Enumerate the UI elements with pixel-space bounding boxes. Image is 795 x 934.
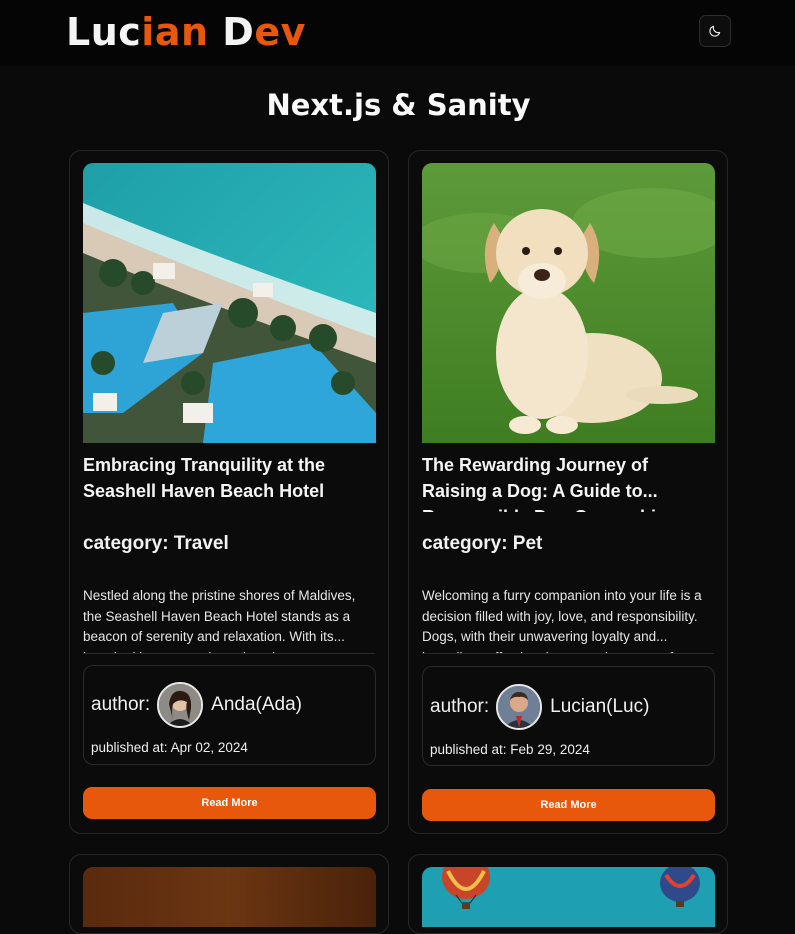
beach-resort-image (83, 163, 376, 443)
post-thumbnail[interactable] (83, 163, 376, 443)
author-box: author: Anda(Ada) published at: Apr 02, … (83, 665, 376, 765)
author-label: author: (430, 696, 490, 717)
post-thumbnail[interactable] (83, 867, 376, 927)
author-label: author: (91, 694, 151, 715)
logo-text-white: Luc (66, 10, 142, 54)
dark-orange-image (83, 867, 376, 927)
author-name[interactable]: Anda(Ada) (211, 694, 302, 716)
theme-toggle-button[interactable] (699, 15, 731, 47)
post-category: category: Travel (83, 533, 229, 554)
post-title[interactable]: The Rewarding Journey of Raising a Dog: … (422, 452, 714, 512)
post-card (408, 854, 728, 934)
logo-text-orange: ev (254, 10, 306, 54)
logo-text-orange: ian (141, 10, 209, 54)
moon-icon (709, 25, 721, 37)
author-avatar (157, 682, 204, 728)
author-box: author: Lucian(Luc) published at: Feb 29… (422, 666, 715, 766)
post-card: Embracing Tranquility at the Seashell Ha… (69, 150, 389, 834)
published-date: published at: Apr 02, 2024 (91, 740, 248, 755)
post-card: The Rewarding Journey of Raising a Dog: … (408, 150, 728, 834)
author-avatar (496, 684, 543, 730)
post-excerpt: Nestled along the pristine shores of Mal… (83, 586, 375, 654)
post-thumbnail[interactable] (422, 163, 715, 443)
published-date: published at: Feb 29, 2024 (430, 742, 590, 757)
read-more-button[interactable]: Read More (83, 787, 376, 819)
post-thumbnail[interactable] (422, 867, 715, 927)
post-category: category: Pet (422, 533, 543, 554)
puppy-image (422, 163, 715, 443)
top-navbar: Lucian Dev (0, 0, 795, 66)
read-more-button[interactable]: Read More (422, 789, 715, 821)
post-excerpt: Welcoming a furry companion into your li… (422, 586, 714, 654)
post-card (69, 854, 389, 934)
page-title: Next.js & Sanity (266, 88, 531, 122)
site-logo[interactable]: Lucian Dev (66, 10, 306, 54)
author-name[interactable]: Lucian(Luc) (550, 696, 649, 718)
hot-air-balloons-image (422, 867, 715, 927)
post-title[interactable]: Embracing Tranquility at the Seashell Ha… (83, 452, 375, 512)
logo-text-white: D (208, 10, 255, 54)
